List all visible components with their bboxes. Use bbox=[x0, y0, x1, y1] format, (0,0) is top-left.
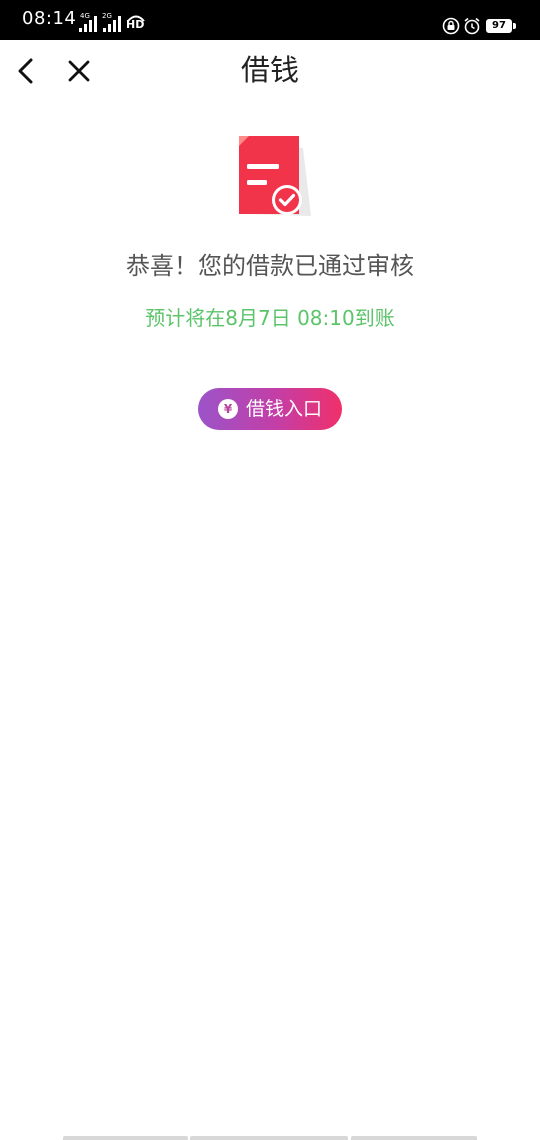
document-approved-icon bbox=[239, 136, 311, 216]
sim2-signal-icon: 2G bbox=[98, 12, 124, 34]
status-bar: 08:14 4G 2G HD 97 bbox=[0, 0, 540, 40]
sim1-signal-icon: 4G bbox=[72, 12, 98, 34]
gesture-bar-center bbox=[190, 1136, 348, 1140]
yen-icon: ¥ bbox=[218, 399, 238, 419]
sim1-network-tag: 4G bbox=[80, 12, 90, 20]
battery-icon: 97 bbox=[486, 19, 512, 33]
arrival-estimate: 预计将在8月7日 08:10到账 bbox=[145, 306, 395, 330]
gesture-bar-left bbox=[63, 1136, 188, 1140]
close-button[interactable] bbox=[62, 54, 96, 88]
back-button[interactable] bbox=[10, 54, 44, 88]
nav-bar: 借钱 bbox=[0, 40, 540, 102]
gesture-bar-right bbox=[351, 1136, 477, 1140]
close-icon bbox=[68, 60, 90, 82]
status-time: 08:14 bbox=[22, 8, 77, 29]
battery-tip bbox=[513, 23, 516, 29]
approval-headline: 恭喜！您的借款已通过审核 bbox=[126, 252, 414, 280]
borrow-entry-label: 借钱入口 bbox=[246, 398, 323, 420]
sim2-network-tag: 2G bbox=[102, 12, 112, 20]
rotation-lock-icon bbox=[442, 17, 460, 35]
page-title: 借钱 bbox=[240, 53, 299, 87]
chevron-left-icon bbox=[18, 58, 33, 84]
borrow-entry-button[interactable]: ¥ 借钱入口 bbox=[198, 388, 342, 430]
alarm-icon bbox=[464, 17, 480, 35]
wifi-call-icon bbox=[127, 15, 145, 22]
